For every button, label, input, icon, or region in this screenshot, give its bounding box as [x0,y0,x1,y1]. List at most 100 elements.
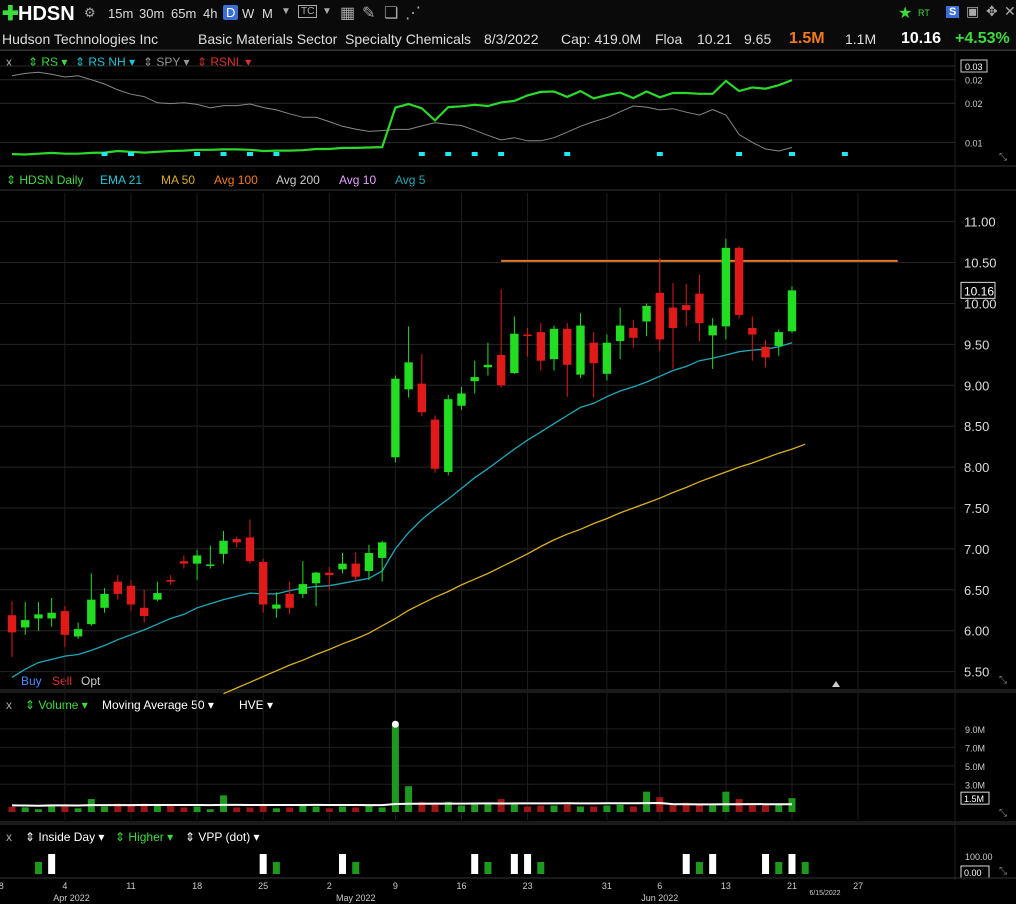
x-axis-day-tick: 18 [192,881,202,891]
volume-bar-down [563,804,571,812]
volume-tick-label: 5.0M [965,762,985,772]
candle-down [285,593,294,608]
volume-bar-up [457,805,465,812]
rs-new-high-marker [418,152,425,156]
volume-bar-up [21,807,29,812]
candle-up [206,564,215,566]
inside-day-marker [510,854,518,874]
price-tick-label: 6.00 [964,624,989,639]
candle-down [113,581,122,594]
candle-down [140,607,149,616]
x-axis-day-tick: 27 [853,881,863,891]
price-tick-label: 8.00 [964,460,989,475]
candle-down [60,611,70,635]
volume-bar-down [233,807,241,812]
rs-tick-label: 0.02 [965,99,983,109]
rs-line [11,79,793,156]
higher-marker [484,862,492,874]
volume-bar-up [603,805,611,812]
candle-down [351,563,360,577]
higher-marker [537,862,545,874]
volume-bar-up [339,806,346,812]
candle-down [682,305,691,310]
price-tick-label: 10.50 [964,256,997,271]
pane-resize-icon: ⤡ [999,866,1007,877]
candle-up [787,290,797,332]
volume-bar-up [722,791,730,812]
volume-bar-down [497,799,505,812]
higher-marker [695,862,703,874]
volume-bar-down [286,807,294,812]
x-axis-day-tick: 4 [62,881,67,891]
price-tick-label: 7.00 [964,542,989,557]
candle-down [126,585,136,605]
volume-bar-down [259,805,267,812]
higher-marker [801,862,809,874]
volume-bar-up [391,725,399,812]
rs-new-high-marker [445,152,452,156]
candle-up [483,364,493,368]
inside-day-marker [762,854,770,874]
price-tick-label: 5.50 [964,665,989,680]
volume-bar-down [524,806,532,812]
candle-down [748,328,757,335]
rs-new-high-marker [471,152,478,156]
volume-bar-down [8,806,16,812]
x-axis-day-tick: 21 [787,881,797,891]
x-axis-day-tick: 25 [258,881,268,891]
rs-new-high-marker [127,152,134,156]
candle-up [21,620,30,628]
candle-down [629,328,638,338]
candle-down [7,615,17,633]
candle-up [87,599,96,625]
price-tick-label: 9.50 [964,337,989,352]
x-axis-month-label: Apr 2022 [53,893,90,903]
indicator-tick-label: 100.00 [965,852,993,862]
volume-bar-up [206,809,214,812]
higher-marker [34,862,42,874]
volume-bar-up [643,791,651,812]
volume-bar-down [656,797,664,812]
candle-down [166,580,175,582]
rs-new-high-marker [220,152,227,156]
volume-bar-up [405,786,413,812]
volume-bar-down [127,805,135,812]
candle-up [457,393,466,406]
candle-up [192,555,202,564]
candle-up [708,325,717,336]
rs-tick-label: 0.01 [965,138,983,148]
candle-down [563,328,572,365]
volume-bar-up [153,805,161,812]
volume-bar-up [220,795,228,812]
rs-new-high-marker [788,152,795,156]
candle-down [589,342,598,364]
volume-bar-up [365,805,373,812]
volume-bar-up [576,806,584,812]
last-price-tag: 10.16 [964,284,994,298]
indicator-tick-label: 0.00 [964,868,982,878]
volume-bar-up [550,805,558,812]
candle-up [100,593,109,608]
inside-day-marker [259,854,267,874]
rs-new-high-marker [736,152,743,156]
candle-down [325,572,334,576]
rs-new-high-marker [246,152,253,156]
higher-marker [352,862,360,874]
higher-marker [272,862,280,874]
volume-bar-down [629,806,637,812]
candle-up [47,612,56,619]
x-axis-day-tick: 31 [602,881,612,891]
candle-down [655,292,664,340]
price-tick-label: 11.00 [964,215,996,230]
ma50-line [223,443,806,695]
candle-up [364,553,374,571]
candle-up [377,542,387,558]
chart-canvas[interactable]: 0.030.020.020.0111.0010.5010.009.509.008… [0,0,1016,904]
spy-line [11,71,793,152]
candle-down [734,247,744,315]
higher-marker [775,862,783,874]
volume-bar-down [735,799,743,812]
candle-up [338,563,347,570]
candle-down [417,383,427,413]
volume-bar-down [762,804,770,812]
